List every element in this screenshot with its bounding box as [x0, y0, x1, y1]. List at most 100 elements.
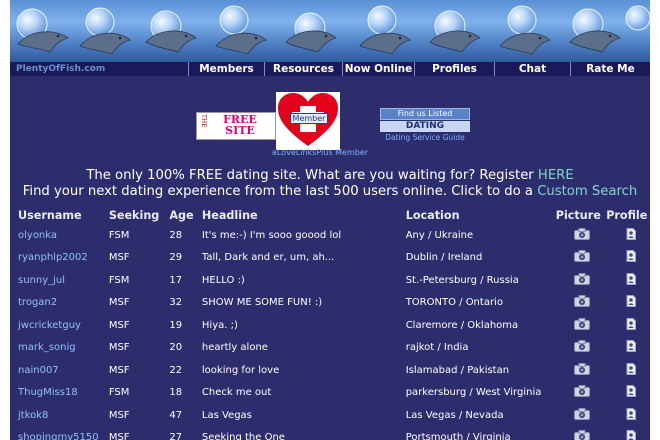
headline-cell: SHOW ME SOME FUN! :) [201, 297, 323, 309]
username-link[interactable]: sunny_jul [10, 269, 101, 292]
dolphin-banner-art [16, 5, 650, 55]
online-users-table: Username Seeking Age Headline Location P… [10, 206, 650, 440]
profile-cell [604, 359, 650, 382]
table-row: ryanphlp2002 MSF 29 Tall, Dark and er, u… [10, 247, 650, 270]
header-banner [10, 0, 650, 62]
seeking-cell: MSF [108, 432, 130, 440]
username-link[interactable]: trogan2 [10, 292, 101, 315]
seeking-cell: FSM [108, 387, 130, 399]
member-caption: aLoveLinksPlus Member [272, 148, 369, 157]
picture-cell [553, 269, 603, 292]
profile-icon[interactable] [626, 362, 636, 375]
username-link[interactable]: nain007 [10, 359, 101, 382]
seeking-cell: MSF [108, 409, 130, 421]
age-cell: 29 [169, 252, 183, 264]
age-cell: 27 [169, 432, 183, 440]
camera-icon[interactable] [574, 317, 591, 330]
member-badge[interactable]: Member [276, 92, 340, 150]
username-link[interactable]: jtkok8 [10, 404, 101, 427]
camera-icon[interactable] [574, 362, 591, 375]
profile-icon[interactable] [626, 385, 636, 398]
camera-icon[interactable] [574, 430, 591, 440]
username-link[interactable]: ryanphlp2002 [10, 247, 101, 270]
camera-icon[interactable] [574, 227, 591, 240]
register-link[interactable]: HERE [538, 168, 574, 183]
headline-cell: Las Vegas [201, 409, 252, 421]
site-logo[interactable]: PlentyOfFish.com [10, 62, 188, 76]
custom-search-link[interactable]: Custom Search [537, 184, 637, 199]
profile-icon[interactable] [626, 340, 636, 353]
username-link[interactable]: olyonka [10, 224, 101, 247]
profile-icon[interactable] [626, 227, 636, 240]
age-cell: 20 [169, 342, 183, 354]
location-cell: parkersburg / West Virginia [405, 387, 542, 399]
headline-cell: looking for love [201, 364, 280, 376]
camera-icon[interactable] [574, 250, 591, 263]
camera-icon[interactable] [574, 385, 591, 398]
headline-cell: Check me out [201, 387, 272, 399]
picture-cell [553, 247, 603, 270]
nav-members[interactable]: Members [188, 62, 264, 76]
profile-cell [604, 247, 650, 270]
nav-rate-me[interactable]: Rate Me [570, 62, 650, 76]
intro-text: The only 100% FREE dating site. What are… [10, 168, 650, 200]
free-site-badge[interactable]: THE FREE SITE [196, 112, 276, 140]
age-cell: 19 [169, 319, 183, 331]
location-cell: Las Vegas / Nevada [405, 409, 504, 421]
age-cell: 18 [169, 387, 183, 399]
free-site-big-text: FREE SITE [223, 113, 257, 137]
headline-cell: HELLO :) [201, 274, 245, 286]
camera-icon[interactable] [574, 295, 591, 308]
table-row: ThugMiss18 FSM 18 Check me out parkersbu… [10, 382, 650, 405]
profile-icon[interactable] [626, 272, 636, 285]
ad-row: THE FREE SITE Member aLoveLinksPlus Memb… [10, 90, 650, 160]
profile-icon[interactable] [626, 430, 636, 440]
dating-guide-badge[interactable]: Find us Listed DATING Dating Service Gui… [380, 108, 470, 142]
location-cell: St.-Petersburg / Russia [405, 274, 519, 286]
username-link[interactable]: jwcricketguy [10, 314, 101, 337]
dating-caption: Dating Service Guide [385, 133, 465, 142]
headline-cell: It's me:-) I'm sooo goood lol [201, 229, 342, 241]
table-row: sunny_jul FSM 17 HELLO :) St.-Petersburg… [10, 269, 650, 292]
location-cell: Portsmouth / Virginia [405, 432, 511, 440]
seeking-cell: FSM [108, 274, 130, 286]
age-cell: 28 [169, 229, 183, 241]
profile-cell [604, 427, 650, 440]
nav-chat[interactable]: Chat [494, 62, 570, 76]
seeking-cell: MSF [108, 342, 130, 354]
username-link[interactable]: shopingmy5150 [10, 427, 101, 440]
profile-icon[interactable] [626, 295, 636, 308]
nav-profiles[interactable]: Profiles [414, 62, 494, 76]
age-cell: 22 [169, 364, 183, 376]
age-cell: 17 [169, 274, 183, 286]
profile-icon[interactable] [626, 317, 636, 330]
picture-cell [553, 404, 603, 427]
table-row: jwcricketguy MSF 19 Hiya. ;) Claremore /… [10, 314, 650, 337]
camera-icon[interactable] [574, 272, 591, 285]
profile-icon[interactable] [626, 250, 636, 263]
profile-cell [604, 269, 650, 292]
nav-resources[interactable]: Resources [264, 62, 342, 76]
age-cell: 32 [169, 297, 183, 309]
main-nav: PlentyOfFish.com Members Resources Now O… [10, 62, 650, 76]
profile-cell [604, 337, 650, 360]
nav-now-online[interactable]: Now Online [342, 62, 414, 76]
username-link[interactable]: ThugMiss18 [10, 382, 101, 405]
table-row: jtkok8 MSF 47 Las Vegas Las Vegas / Neva… [10, 404, 650, 427]
table-row: trogan2 MSF 32 SHOW ME SOME FUN! :) TORO… [10, 292, 650, 315]
table-row: nain007 MSF 22 looking for love Islamaba… [10, 359, 650, 382]
location-cell: Any / Ukraine [405, 229, 474, 241]
location-cell: Claremore / Oklahoma [405, 319, 519, 331]
seeking-cell: MSF [108, 252, 130, 264]
camera-icon[interactable] [574, 340, 591, 353]
username-link[interactable]: mark_sonig [10, 337, 101, 360]
picture-cell [553, 224, 603, 247]
seeking-cell: MSF [108, 364, 130, 376]
location-cell: TORONTO / Ontario [405, 297, 503, 309]
picture-cell [553, 337, 603, 360]
intro-line-2-text: Find your next dating experience from th… [22, 184, 538, 199]
profile-icon[interactable] [626, 407, 636, 420]
profile-cell [604, 292, 650, 315]
col-headline: Headline [201, 208, 258, 222]
camera-icon[interactable] [574, 407, 591, 420]
